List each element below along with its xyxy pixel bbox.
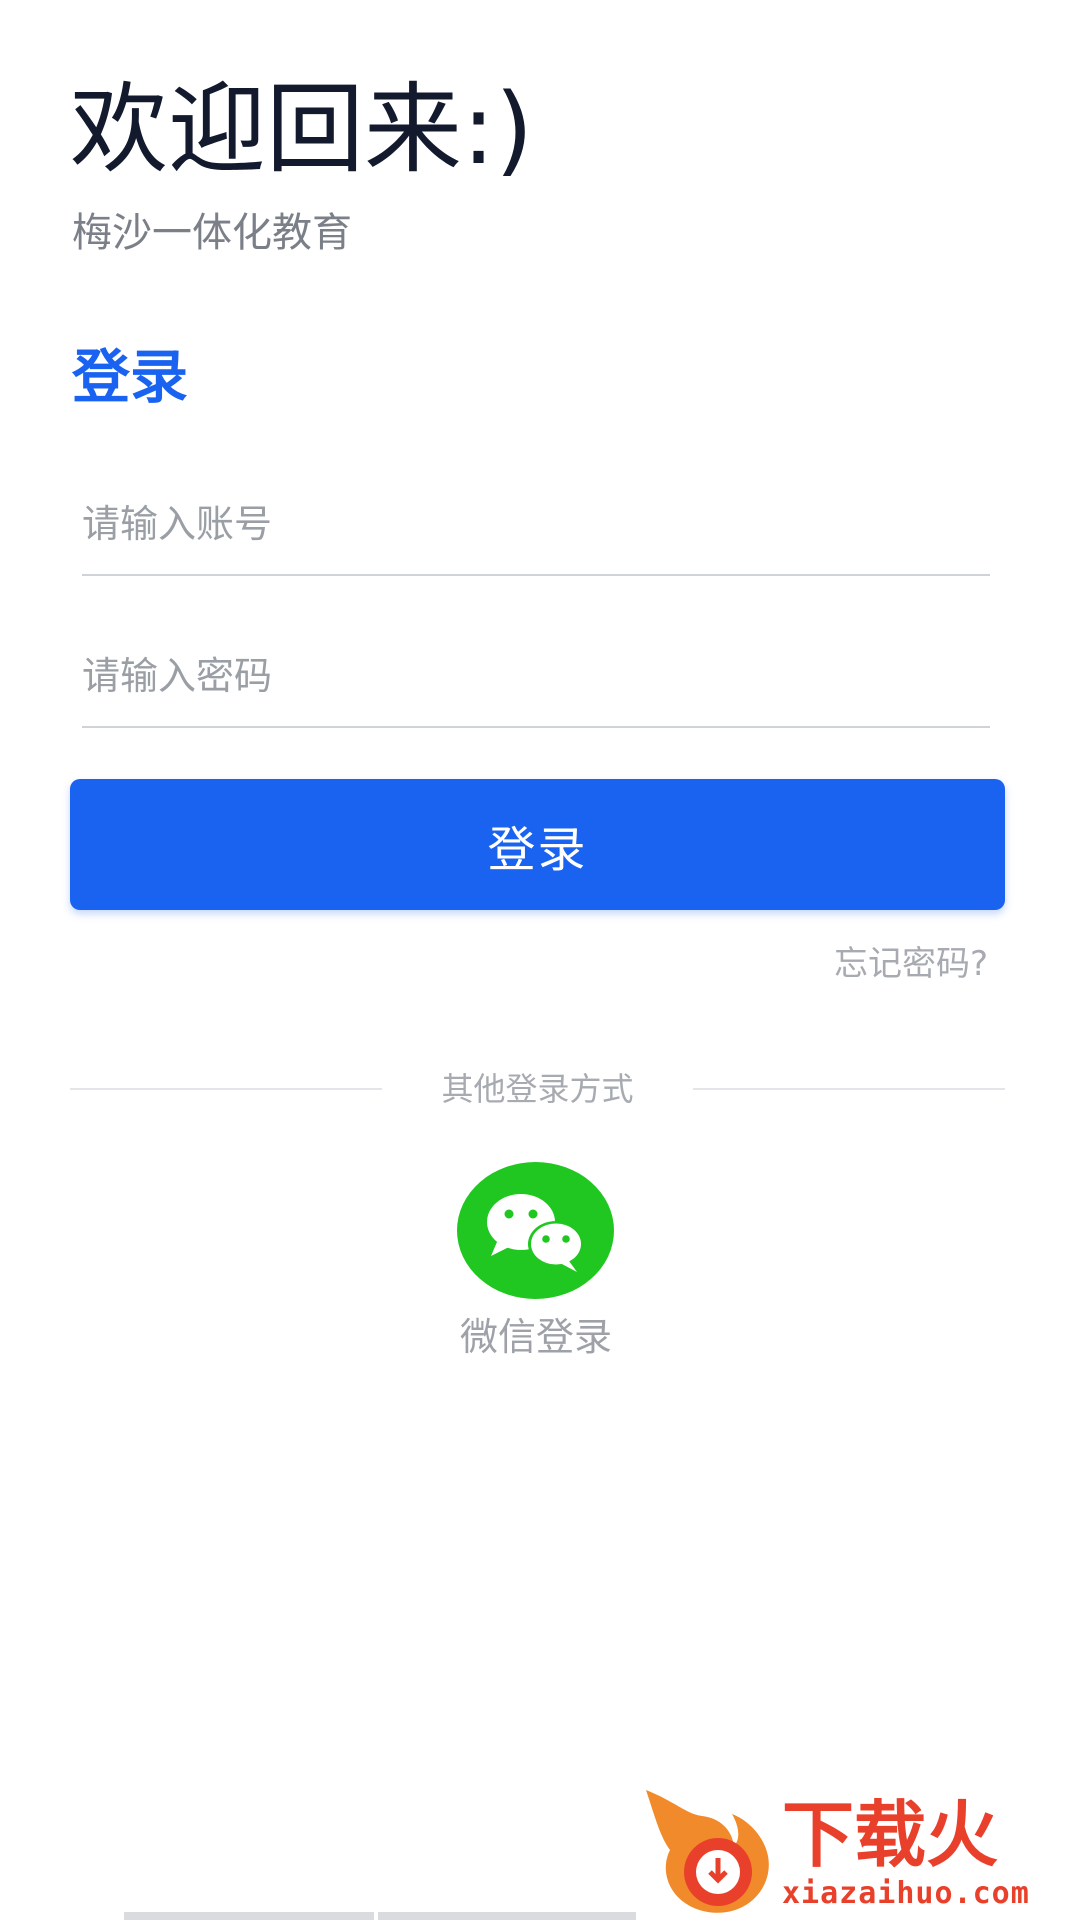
other-login-divider-text: 其他登录方式 [441, 1070, 634, 1108]
wechat-login-button[interactable] [457, 1162, 614, 1299]
password-field [82, 626, 990, 728]
welcome-title: 欢迎回来:) [70, 73, 534, 187]
svg-text:下载火: 下载火 [782, 1793, 998, 1877]
divider-left [70, 1088, 382, 1090]
login-button[interactable]: 登录 [70, 779, 1005, 910]
bottom-edge-bar [378, 1912, 636, 1920]
login-heading: 登录 [72, 343, 189, 411]
login-screen: 欢迎回来:) 梅沙一体化教育 登录 登录 忘记密码? 其他登录方式 微信登录 [0, 0, 1080, 1920]
watermark-url: xiazaihuo.com [782, 1876, 1030, 1911]
bottom-edge-bar [124, 1912, 374, 1920]
organization-subtitle: 梅沙一体化教育 [72, 210, 352, 256]
xiazaihuo-watermark: 下载火 xiazaihuo.com [636, 1780, 1080, 1920]
divider-right [693, 1088, 1005, 1090]
forgot-password-link[interactable]: 忘记密码? [834, 942, 988, 986]
wechat-login-label: 微信登录 [459, 1315, 612, 1359]
wechat-icon [487, 1194, 584, 1272]
password-input[interactable] [82, 626, 990, 726]
account-input[interactable] [82, 474, 990, 574]
account-field [82, 474, 990, 576]
